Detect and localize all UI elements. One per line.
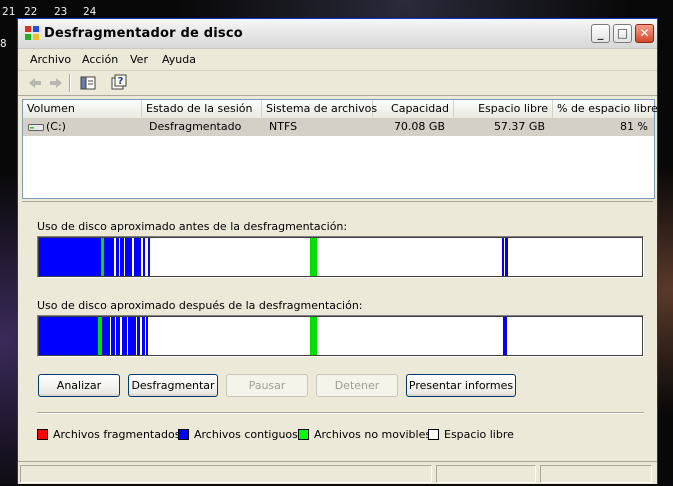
menu-ver[interactable]: Ver [130, 53, 148, 66]
disk-segment-contiguous [116, 238, 119, 276]
status-bar [18, 461, 657, 486]
disk-segment-contiguous [39, 317, 98, 355]
after-caption: Uso de disco aproximado después de la de… [37, 299, 363, 312]
disk-segment-contiguous [146, 317, 148, 355]
disk-segment-contiguous [111, 317, 115, 355]
disk-segment-contiguous [120, 238, 124, 276]
disk-segment-contiguous [138, 238, 141, 276]
disk-segment-contiguous [129, 238, 132, 276]
cell-capacity: 70.08 GB [393, 120, 445, 133]
disk-segment-contiguous [502, 238, 504, 276]
legend-divider [37, 412, 644, 414]
analyze-button[interactable]: Analizar [38, 374, 120, 397]
menu-archivo[interactable]: Archivo [30, 53, 71, 66]
menu-bar: Archivo Acción Ver Ayuda [18, 49, 657, 71]
defrag-panel: Uso de disco aproximado antes de la desf… [22, 201, 653, 486]
toolbar: ? [18, 71, 657, 96]
disk-segment-contiguous [148, 238, 150, 276]
disk-segment-contiguous [122, 317, 127, 355]
volume-list[interactable]: Volumen Estado de la sesión Sistema de a… [22, 99, 658, 199]
column-header-percent-free[interactable]: % de espacio libre [553, 100, 658, 118]
legend-swatch-unmovable [298, 429, 309, 440]
legend-swatch-fragmented [37, 429, 48, 440]
legend-label: Archivos contiguos [194, 428, 298, 441]
legend-swatch-contiguous [178, 429, 189, 440]
disk-segment-contiguous [104, 238, 114, 276]
stop-button[interactable]: Detener [316, 374, 398, 397]
disk-segment-unmovable [310, 238, 317, 276]
disk-segment-contiguous [132, 317, 136, 355]
defragment-button[interactable]: Desfragmentar [128, 374, 218, 397]
maximize-button[interactable]: □ [613, 24, 632, 43]
back-arrow-icon[interactable] [26, 74, 44, 92]
view-report-button[interactable]: Presentar informes [406, 374, 516, 397]
disk-segment-contiguous [503, 317, 507, 355]
disk-segment-unmovable [310, 317, 317, 355]
forward-arrow-icon[interactable] [47, 74, 65, 92]
show-hide-console-tree-icon[interactable] [79, 74, 97, 92]
column-header-volume[interactable]: Volumen [23, 100, 142, 118]
volume-list-header: Volumen Estado de la sesión Sistema de a… [23, 100, 658, 119]
desktop-calendar-day: 22 [24, 5, 38, 18]
column-header-free-space[interactable]: Espacio libre [454, 100, 553, 118]
desktop-calendar-day: 8 [0, 37, 7, 50]
disk-segment-contiguous [39, 238, 101, 276]
toolbar-separator [69, 74, 71, 92]
disk-segment-contiguous [116, 317, 120, 355]
before-caption: Uso de disco aproximado antes de la desf… [37, 220, 348, 233]
disk-map-before [37, 236, 644, 278]
defrag-window: Desfragmentador de disco _ □ ✕ Archivo A… [17, 18, 658, 484]
legend-label: Espacio libre [444, 428, 514, 441]
help-icon[interactable]: ? [110, 74, 128, 92]
cell-status: Desfragmentado [149, 120, 242, 133]
cell-free-space: 57.37 GB [493, 120, 545, 133]
menu-ayuda[interactable]: Ayuda [162, 53, 196, 66]
column-header-capacity[interactable]: Capacidad [373, 100, 454, 118]
desktop-calendar-day: 23 [54, 5, 68, 18]
legend-label: Archivos no movibles [314, 428, 432, 441]
desktop-calendar-day: 24 [83, 5, 97, 18]
legend-swatch-free [428, 429, 439, 440]
disk-segment-contiguous [142, 317, 145, 355]
minimize-button[interactable]: _ [591, 24, 610, 43]
disk-segment-contiguous [137, 317, 140, 355]
disk-segment-contiguous [102, 317, 110, 355]
disk-segment-contiguous [505, 238, 508, 276]
close-button[interactable]: ✕ [635, 24, 654, 43]
cell-filesystem: NTFS [269, 120, 298, 133]
disk-segment-contiguous [143, 238, 145, 276]
status-bar-pane [436, 465, 536, 483]
desktop-calendar-day: 21 [2, 5, 16, 18]
status-bar-main [20, 465, 432, 483]
table-row[interactable]: (C:) Desfragmentado NTFS 70.08 GB 57.37 … [23, 119, 654, 136]
cell-percent-free: 81 % [620, 120, 648, 133]
disk-map-after [37, 315, 644, 357]
title-bar[interactable]: Desfragmentador de disco _ □ ✕ [18, 19, 657, 49]
cell-volume: (C:) [46, 120, 66, 133]
pause-button[interactable]: Pausar [226, 374, 308, 397]
status-bar-pane [540, 465, 652, 483]
defrag-app-icon [25, 26, 39, 40]
column-header-status[interactable]: Estado de la sesión [142, 100, 262, 118]
menu-accion[interactable]: Acción [82, 53, 118, 66]
window-title: Desfragmentador de disco [44, 26, 243, 41]
column-header-filesystem[interactable]: Sistema de archivos [262, 100, 377, 118]
svg-text:?: ? [118, 76, 124, 87]
legend-label: Archivos fragmentados [53, 428, 181, 441]
